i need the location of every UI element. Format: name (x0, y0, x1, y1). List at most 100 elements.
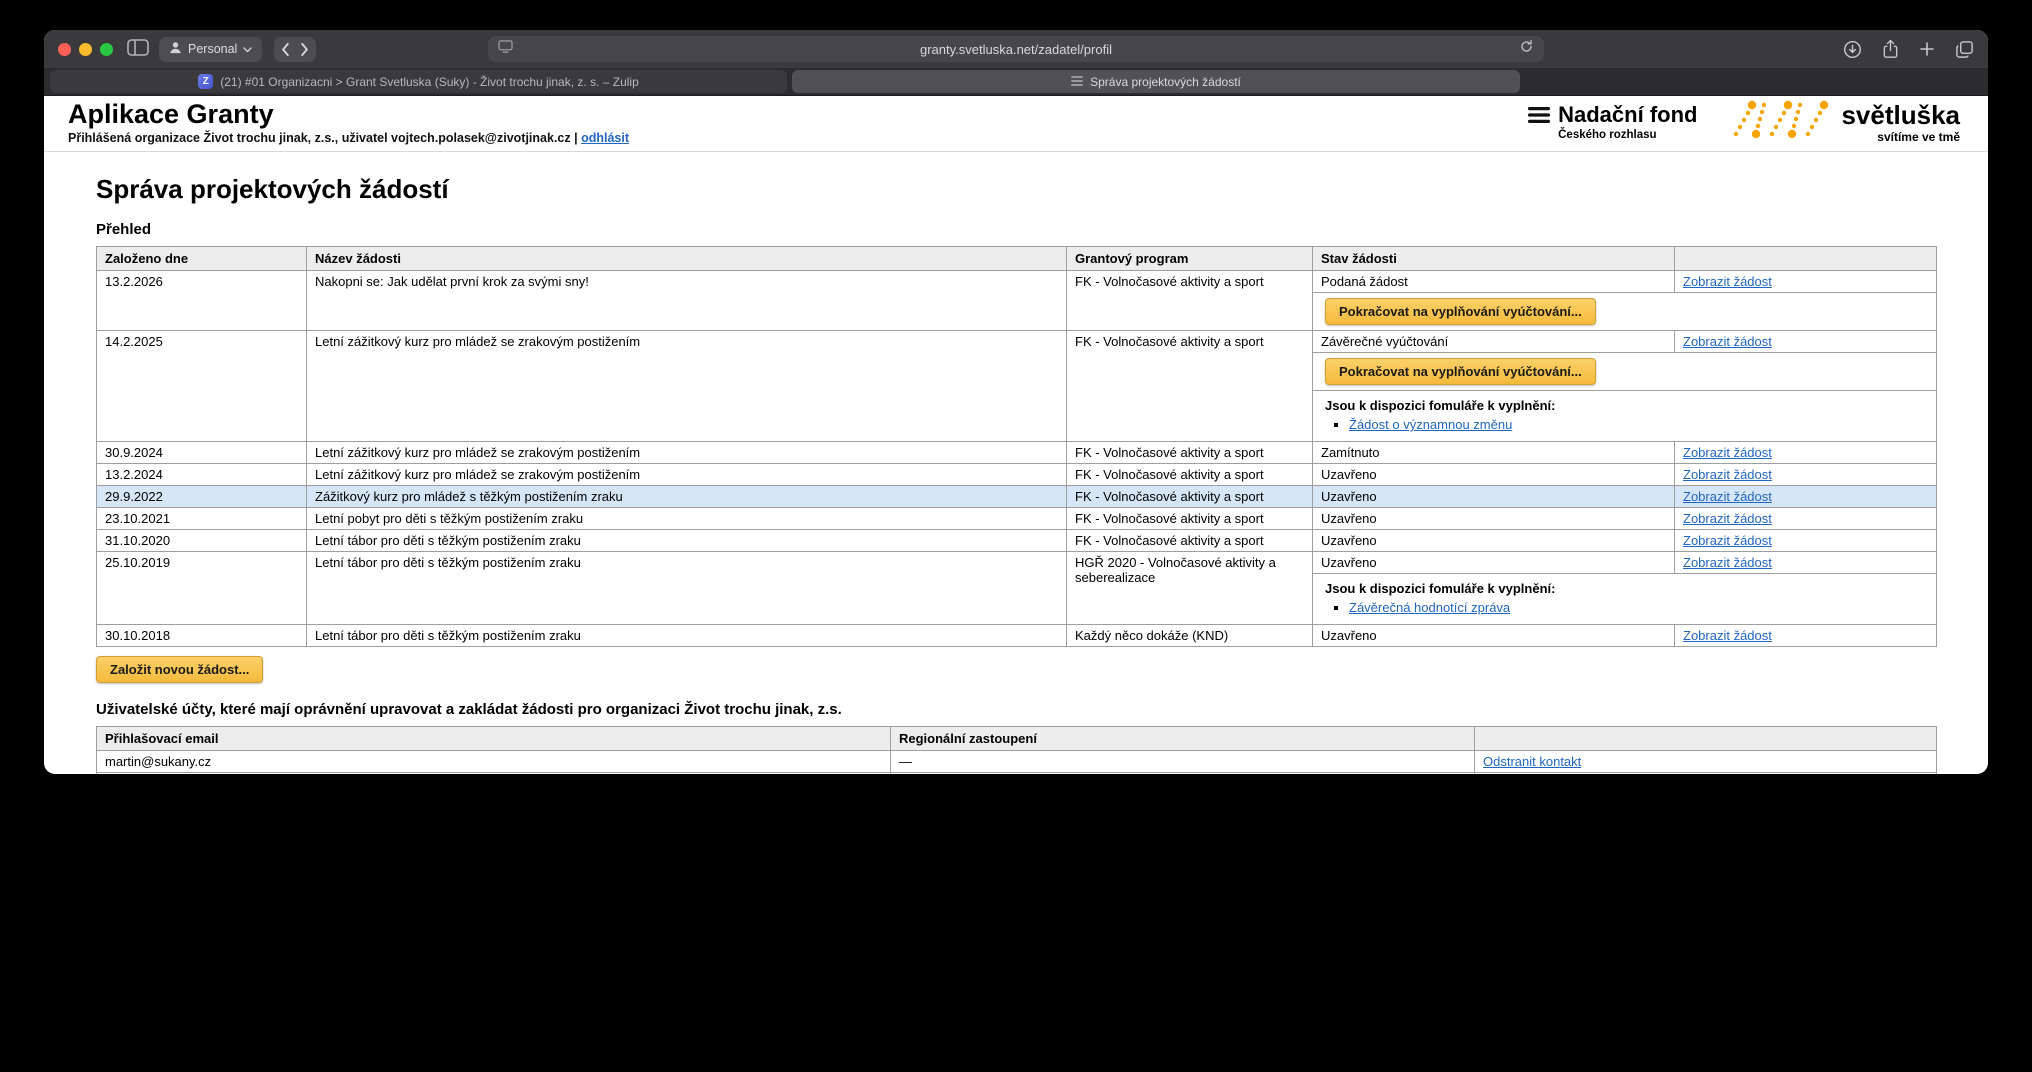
col-header-name: Název žádosti (307, 247, 1067, 271)
app-title: Aplikace Granty (68, 100, 629, 130)
accounts-table: Přihlašovací email Regionální zastoupení… (96, 726, 1937, 774)
grant-status: Uzavřeno (1313, 625, 1675, 647)
site-header-left: Aplikace Granty Přihlášená organizace Ži… (68, 100, 629, 146)
overview-heading: Přehled (96, 221, 1936, 238)
grant-name: Letní pobyt pro děti s těžkým postižením… (307, 508, 1067, 530)
grant-program: Každý něco dokáže (KND) (1067, 625, 1313, 647)
view-request-link[interactable]: Zobrazit žádost (1683, 334, 1772, 349)
grant-name: Letní zážitkový kurz pro mládež se zrako… (307, 442, 1067, 464)
account-row: petra.benedikova@zivotjinak.cz — Odstran… (97, 773, 1937, 775)
browser-toolbar: Personal granty.svetluska.net/zadatel/pr… (44, 30, 1988, 68)
grant-name: Letní tábor pro děti s těžkým postižením… (307, 530, 1067, 552)
col-header-program: Grantový program (1067, 247, 1313, 271)
account-region: — (891, 751, 1475, 773)
login-info: Přihlášená organizace Život trochu jinak… (68, 131, 629, 145)
table-row: 13.2.2024 Letní zážitkový kurz pro mláde… (97, 464, 1937, 486)
table-row: 13.2.2026 Nakopni se: Jak udělat první k… (97, 271, 1937, 293)
accounts-heading: Uživatelské účty, které mají oprávnění u… (96, 701, 1936, 718)
toolbar-actions (1843, 39, 1974, 59)
downloads-button[interactable] (1843, 40, 1862, 59)
site-favicon-icon (1071, 75, 1083, 89)
forms-available-note: Jsou k dispozici fomuláře k vyplnění: (1325, 581, 1924, 596)
table-row: 25.10.2019 Letní tábor pro děti s těžkým… (97, 552, 1937, 574)
account-email: petra.benedikova@zivotjinak.cz (97, 773, 891, 775)
reload-button[interactable] (1519, 39, 1534, 59)
grant-status: Uzavřeno (1313, 486, 1675, 508)
zulip-icon: Z (198, 74, 213, 89)
forms-available-note: Jsou k dispozici fomuláře k vyplnění: (1325, 398, 1924, 413)
grant-date: 13.2.2026 (97, 271, 307, 331)
tab-overview-button[interactable] (1955, 40, 1974, 59)
grant-date: 30.10.2018 (97, 625, 307, 647)
view-request-link[interactable]: Zobrazit žádost (1683, 274, 1772, 289)
share-button[interactable] (1882, 39, 1899, 59)
continue-settlement-button[interactable]: Pokračovat na vyplňování vyúčtování... (1325, 298, 1596, 325)
col-header-region: Regionální zastoupení (891, 727, 1475, 751)
grants-table: Založeno dne Název žádosti Grantový prog… (96, 246, 1937, 647)
grant-name: Letní tábor pro děti s těžkým postižením… (307, 625, 1067, 647)
table-row: 30.9.2024 Letní zážitkový kurz pro mláde… (97, 442, 1937, 464)
accounts-table-header-row: Přihlašovací email Regionální zastoupení (97, 727, 1937, 751)
view-request-link[interactable]: Zobrazit žádost (1683, 628, 1772, 643)
forward-button[interactable] (300, 42, 310, 57)
grant-status: Uzavřeno (1313, 464, 1675, 486)
forms-list: Závěrečná hodnotící zpráva (1349, 600, 1924, 615)
new-tab-button[interactable] (1919, 41, 1935, 57)
grant-date: 29.9.2022 (97, 486, 307, 508)
view-request-link[interactable]: Zobrazit žádost (1683, 489, 1772, 504)
table-row: 31.10.2020 Letní tábor pro děti s těžkým… (97, 530, 1937, 552)
navigation-buttons (274, 37, 316, 62)
site-header-logos: Nadační fond Českého rozhlasu (1528, 97, 1960, 148)
new-request-button[interactable]: Založit novou žádost... (96, 656, 263, 683)
form-link-final-report[interactable]: Závěrečná hodnotící zpráva (1349, 600, 1510, 615)
tab-zulip[interactable]: Z (21) #01 Organizacni > Grant Svetluska… (50, 70, 787, 93)
account-row: martin@sukany.cz — Odstranit kontakt (97, 751, 1937, 773)
view-request-link[interactable]: Zobrazit žádost (1683, 533, 1772, 548)
grant-date: 25.10.2019 (97, 552, 307, 625)
tab-bar: Z (21) #01 Organizacni > Grant Svetluska… (44, 68, 1988, 96)
view-request-link[interactable]: Zobrazit žádost (1683, 555, 1772, 570)
minimize-button[interactable] (79, 43, 92, 56)
main-content: Správa projektových žádostí Přehled Zalo… (44, 152, 1988, 774)
continue-settlement-button[interactable]: Pokračovat na vyplňování vyúčtování... (1325, 358, 1596, 385)
site-header: Aplikace Granty Přihlášená organizace Ži… (44, 96, 1988, 152)
view-request-link[interactable]: Zobrazit žádost (1683, 445, 1772, 460)
col-header-status: Stav žádosti (1313, 247, 1675, 271)
logout-link[interactable]: odhlásit (581, 131, 629, 145)
nf-logo-text: Nadační fond (1558, 104, 1697, 126)
grant-date: 31.10.2020 (97, 530, 307, 552)
nf-logo-subtext: Českého rozhlasu (1558, 129, 1697, 141)
grant-status: Uzavřeno (1313, 508, 1675, 530)
page-title: Správa projektových žádostí (96, 174, 1936, 205)
grant-program: FK - Volnočasové aktivity a sport (1067, 486, 1313, 508)
grant-name: Nakopni se: Jak udělat první krok za svý… (307, 271, 1067, 331)
sidebar-toggle-button[interactable] (127, 39, 149, 59)
form-link-significant-change[interactable]: Žádost o významnou změnu (1349, 417, 1512, 432)
back-button[interactable] (280, 42, 290, 57)
zoom-button[interactable] (100, 43, 113, 56)
grant-name: Zážitkový kurz pro mládež s těžkým posti… (307, 486, 1067, 508)
nadacni-fond-logo: Nadační fond Českého rozhlasu (1528, 104, 1697, 141)
browser-window: Personal granty.svetluska.net/zadatel/pr… (44, 30, 1988, 774)
grant-status: Podaná žádost (1313, 271, 1675, 293)
grant-status: Uzavřeno (1313, 552, 1675, 574)
grant-program: FK - Volnočasové aktivity a sport (1067, 508, 1313, 530)
grant-status: Uzavřeno (1313, 530, 1675, 552)
grant-status: Závěrečné vyúčtování (1313, 331, 1675, 353)
close-button[interactable] (58, 43, 71, 56)
tab-granty-active[interactable]: Správa projektových žádostí (792, 70, 1520, 93)
grant-program: FK - Volnočasové aktivity a sport (1067, 271, 1313, 331)
col-header-date: Založeno dne (97, 247, 307, 271)
grant-name: Letní tábor pro děti s těžkým postižením… (307, 552, 1067, 625)
address-bar[interactable]: granty.svetluska.net/zadatel/profil (488, 36, 1544, 62)
profile-button[interactable]: Personal (159, 37, 262, 62)
grant-date: 30.9.2024 (97, 442, 307, 464)
table-row: 23.10.2021 Letní pobyt pro děti s těžkým… (97, 508, 1937, 530)
grant-program: FK - Volnočasové aktivity a sport (1067, 530, 1313, 552)
remove-contact-link[interactable]: Odstranit kontakt (1483, 754, 1581, 769)
forms-list: Žádost o významnou změnu (1349, 417, 1924, 432)
svetluska-logo-subtext: svítíme ve tmě (1841, 130, 1960, 144)
view-request-link[interactable]: Zobrazit žádost (1683, 511, 1772, 526)
view-request-link[interactable]: Zobrazit žádost (1683, 467, 1772, 482)
window-controls (58, 43, 113, 56)
